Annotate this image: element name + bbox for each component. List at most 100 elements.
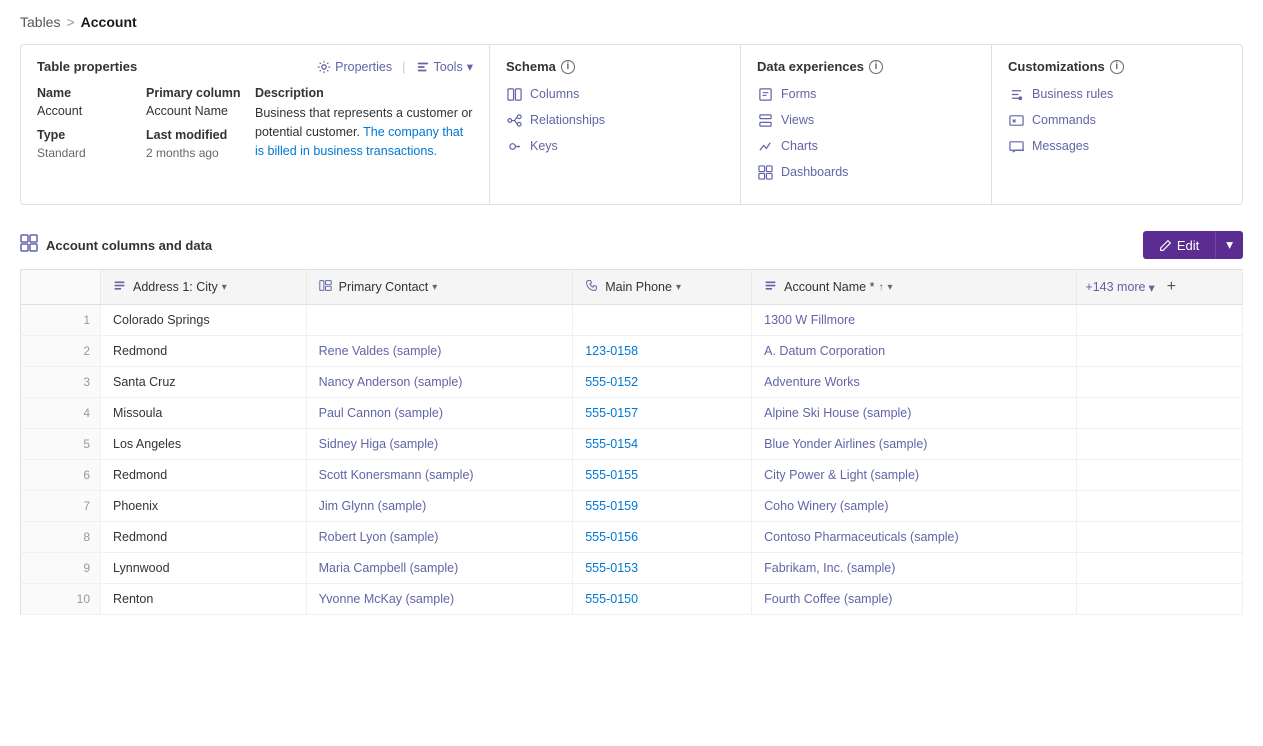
tools-icon [416, 60, 430, 74]
contact-link[interactable]: Rene Valdes (sample) [319, 344, 442, 358]
contact-link[interactable]: Robert Lyon (sample) [319, 530, 439, 544]
views-link[interactable]: Views [757, 112, 975, 128]
account-link[interactable]: City Power & Light (sample) [764, 468, 919, 482]
phone-value: 555-0157 [585, 406, 638, 420]
city-cell: Redmond [101, 336, 307, 367]
table-props-actions: Properties | Tools ▾ [317, 59, 473, 74]
phone-cell: 555-0154 [573, 429, 752, 460]
contact-cell: Maria Campbell (sample) [306, 553, 573, 584]
contact-link[interactable]: Jim Glynn (sample) [319, 499, 427, 513]
contact-link[interactable]: Yvonne McKay (sample) [319, 592, 454, 606]
forms-link[interactable]: Forms [757, 86, 975, 102]
account-cell: Coho Winery (sample) [752, 491, 1077, 522]
city-cell: Redmond [101, 460, 307, 491]
account-link[interactable]: A. Datum Corporation [764, 344, 885, 358]
extra-cell [1077, 553, 1243, 584]
table-row: 7 Phoenix Jim Glynn (sample) 555-0159 Co… [21, 491, 1243, 522]
account-link[interactable]: Contoso Pharmaceuticals (sample) [764, 530, 959, 544]
account-column-header[interactable]: Account Name * ↑ ▾ [752, 270, 1077, 305]
table-properties-panel: Table properties Properties | Tools ▾ Na… [21, 45, 490, 204]
city-sort-icon: ▾ [222, 282, 227, 293]
dashboards-link[interactable]: Dashboards [757, 164, 975, 180]
messages-link[interactable]: Messages [1008, 138, 1226, 154]
schema-info-icon[interactable]: i [561, 60, 575, 74]
contact-link[interactable]: Maria Campbell (sample) [319, 561, 459, 575]
breadcrumb-tables[interactable]: Tables [20, 14, 60, 30]
commands-link[interactable]: Commands [1008, 112, 1226, 128]
charts-icon [757, 138, 773, 154]
row-number: 1 [21, 305, 101, 336]
edit-dropdown-button[interactable]: ▾ [1215, 231, 1243, 259]
breadcrumb: Tables > Account [0, 0, 1263, 44]
contact-link[interactable]: Sidney Higa (sample) [319, 437, 439, 451]
phone-sort-icon: ▾ [676, 282, 681, 293]
row-number: 8 [21, 522, 101, 553]
table-row: 10 Renton Yvonne McKay (sample) 555-0150… [21, 584, 1243, 615]
account-link[interactable]: 1300 W Fillmore [764, 313, 855, 327]
account-link[interactable]: Adventure Works [764, 375, 860, 389]
relationships-icon [506, 112, 522, 128]
city-cell: Colorado Springs [101, 305, 307, 336]
account-cell: Fabrikam, Inc. (sample) [752, 553, 1077, 584]
account-cell: City Power & Light (sample) [752, 460, 1077, 491]
extra-cell [1077, 305, 1243, 336]
row-number: 4 [21, 398, 101, 429]
data-exp-info-icon[interactable]: i [869, 60, 883, 74]
account-cell: Contoso Pharmaceuticals (sample) [752, 522, 1077, 553]
row-num-header [21, 270, 101, 305]
account-link[interactable]: Blue Yonder Airlines (sample) [764, 437, 927, 451]
row-number: 9 [21, 553, 101, 584]
city-column-header[interactable]: Address 1: City ▾ [101, 270, 307, 305]
table-row: 4 Missoula Paul Cannon (sample) 555-0157… [21, 398, 1243, 429]
data-header: Account columns and data Edit ▾ [20, 221, 1243, 269]
table-row: 1 Colorado Springs 1300 W Fillmore [21, 305, 1243, 336]
keys-link[interactable]: Keys [506, 138, 724, 154]
data-section: Account columns and data Edit ▾ Address … [20, 221, 1243, 615]
tools-button[interactable]: Tools ▾ [416, 59, 473, 74]
properties-button[interactable]: Properties [317, 60, 392, 74]
contact-sort-icon: ▾ [432, 282, 437, 293]
contact-cell: Jim Glynn (sample) [306, 491, 573, 522]
account-link[interactable]: Coho Winery (sample) [764, 499, 888, 513]
columns-link[interactable]: Columns [506, 86, 724, 102]
table-row: 5 Los Angeles Sidney Higa (sample) 555-0… [21, 429, 1243, 460]
charts-link[interactable]: Charts [757, 138, 975, 154]
row-number: 6 [21, 460, 101, 491]
account-link[interactable]: Alpine Ski House (sample) [764, 406, 911, 420]
business-rules-link[interactable]: Business rules [1008, 86, 1226, 102]
contact-column-header[interactable]: Primary Contact ▾ [306, 270, 573, 305]
phone-value: 555-0153 [585, 561, 638, 575]
account-link[interactable]: Fabrikam, Inc. (sample) [764, 561, 895, 575]
phone-value: 555-0155 [585, 468, 638, 482]
phone-value: 123-0158 [585, 344, 638, 358]
contact-link[interactable]: Scott Konersmann (sample) [319, 468, 474, 482]
relationships-link[interactable]: Relationships [506, 112, 724, 128]
desc-link[interactable]: The company that is billed in business t… [255, 125, 463, 158]
add-column-button[interactable]: + [1163, 278, 1180, 296]
phone-cell [573, 305, 752, 336]
schema-panel: Schema i Columns Relationships Keys [490, 45, 741, 204]
phone-value: 555-0152 [585, 375, 638, 389]
table-props-title: Table properties [37, 59, 137, 74]
account-cell: 1300 W Fillmore [752, 305, 1077, 336]
customizations-info-icon[interactable]: i [1110, 60, 1124, 74]
phone-value: 555-0154 [585, 437, 638, 451]
phone-cell: 555-0155 [573, 460, 752, 491]
phone-column-header[interactable]: Main Phone ▾ [573, 270, 752, 305]
contact-link[interactable]: Nancy Anderson (sample) [319, 375, 463, 389]
extra-cell [1077, 367, 1243, 398]
contact-cell: Nancy Anderson (sample) [306, 367, 573, 398]
table-row: 3 Santa Cruz Nancy Anderson (sample) 555… [21, 367, 1243, 398]
edit-icon [1159, 239, 1172, 252]
forms-icon [757, 86, 773, 102]
contact-cell: Rene Valdes (sample) [306, 336, 573, 367]
commands-icon [1008, 112, 1024, 128]
city-col-icon [113, 279, 126, 295]
data-table: Address 1: City ▾ Primary Contact ▾ [20, 269, 1243, 615]
city-cell: Santa Cruz [101, 367, 307, 398]
account-link[interactable]: Fourth Coffee (sample) [764, 592, 892, 606]
row-number: 3 [21, 367, 101, 398]
contact-link[interactable]: Paul Cannon (sample) [319, 406, 443, 420]
more-columns-button[interactable]: +143 more ▾ [1085, 280, 1154, 295]
edit-button[interactable]: Edit [1143, 231, 1215, 259]
